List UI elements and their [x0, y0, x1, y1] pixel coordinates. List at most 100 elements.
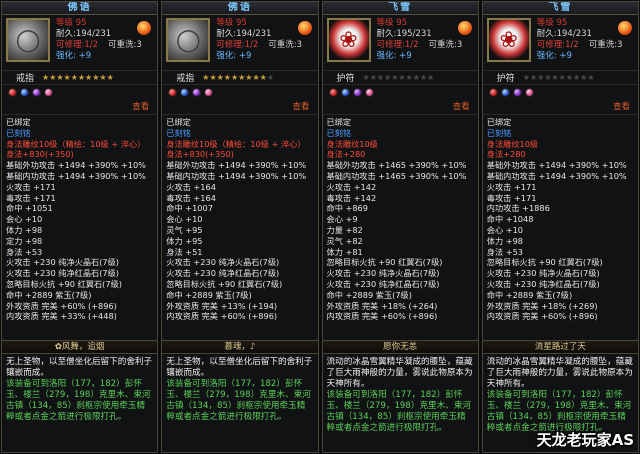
gem-socket-icon: [20, 88, 29, 97]
item-durability: 耐久:194/231: [216, 29, 272, 39]
flame-icon: [297, 21, 312, 35]
engraved-status: 已刻铭: [166, 127, 191, 138]
star-rating: ★★★★★★★★★★: [202, 73, 274, 82]
star-rating: ★★★★★★★★★★: [42, 73, 114, 82]
attribute-line: 内功攻击 +1886: [486, 203, 550, 214]
attribute-line: 毒攻击 +171: [486, 192, 537, 203]
description-punch-info: 该装备可到洛阳（177，182）彭怀玉、楼兰（279，198）克里木、束河古镇（…: [326, 390, 472, 433]
attribute-line: 定力 +98: [6, 235, 43, 246]
attribute-line: 力量 +82: [326, 224, 363, 235]
item-durability: 耐久:195/231: [376, 29, 432, 39]
attribute-list: 已绑定 已刻铭 身法雕纹10级 身法+280 基础外功攻击 +1465 +390% …: [323, 115, 478, 340]
item-type: 戒指: [176, 74, 195, 84]
bound-status: 已绑定: [486, 117, 512, 127]
item-name: 佛语: [2, 2, 158, 15]
ring-icon: ◯: [6, 18, 50, 62]
attribute-line: 外攻资质 完美 +18% (+269): [486, 300, 598, 311]
gem-socket-icon: [204, 88, 214, 97]
amulet-icon: ❀: [326, 18, 371, 62]
item-name: 飞雪: [482, 2, 638, 15]
item-type-bar: 戒指 ★★★★★★★★★★: [2, 71, 158, 85]
attribute-line: 内攻资质 完美 +60% (+896): [326, 311, 438, 322]
attribute-line: 命中 +2889 紫玉(7级): [486, 289, 573, 300]
attribute-list: 已绑定 已刻铭 身法雕纹10级 身法+280 基础外功攻击 +1494 +390% …: [483, 115, 638, 340]
gem-socket-icon: [168, 88, 178, 97]
attribute-line: 命中 +1051: [6, 203, 53, 214]
attribute-line: 火攻击 +230 纯净红晶石(7级): [486, 278, 600, 289]
item-name: 佛语: [162, 2, 318, 15]
view-button[interactable]: 查看: [292, 100, 309, 112]
engraved-status: 已刻铭: [6, 127, 31, 138]
attribute-line: 毒攻击 +164: [166, 192, 216, 203]
bound-status: 已绑定: [166, 117, 191, 127]
attribute-line: 会心 +10: [166, 214, 203, 225]
attribute-line: 基础内功攻击 +1494 +390% +10%: [6, 170, 146, 181]
description-intro: 流动的冰晶雪翼精华凝成的腰坠，蕴藏了巨大雨神般的力量，雾说此物原本为天神所有。: [486, 357, 633, 389]
watermark: 天龙老玩家AS: [536, 431, 634, 449]
attribute-line: 火攻击 +230 纯净红晶石(7级): [326, 278, 440, 289]
attribute-line: 体力 +98: [486, 235, 524, 246]
gem-socket-icon: [364, 88, 374, 97]
gem-sockets: 查看: [2, 85, 158, 115]
attribute-line: 基础内功攻击 +1494 +390% +10%: [166, 170, 307, 181]
view-button[interactable]: 查看: [613, 100, 630, 112]
item-reforge: 可重洗:3: [428, 40, 463, 50]
gem-socket-icon: [524, 88, 534, 97]
attribute-line: 内攻资质 完美 +60% (+896): [166, 311, 278, 322]
item-type-bar: 护符 ★★★★★★★★★★: [322, 71, 478, 85]
attribute-line: 外攻资质 完美 +13% (+194): [166, 300, 278, 311]
attribute-line: 体力 +81: [326, 246, 363, 257]
bound-status: 已绑定: [326, 117, 352, 127]
attribute-line: 命中 +1048: [486, 214, 534, 225]
attribute-line: 命中 +869: [326, 203, 368, 214]
attribute-line: 火攻击 +164: [166, 181, 216, 192]
item-durability: 耐久:194/231: [536, 29, 592, 39]
description-intro: 无上圣物，以至僧坐化后留下的舍利子镶嵌而成。: [166, 357, 313, 378]
attribute-line: 基础外功攻击 +1494 +390% +10%: [486, 160, 627, 171]
attribute-line: 命中 +1007: [166, 203, 213, 214]
attribute-line: 会心 +10: [486, 224, 524, 235]
attribute-line: 身法+830(+350): [6, 149, 74, 160]
attribute-line: 火攻击 +230 纯净红晶石(7级): [166, 268, 280, 279]
item-description: 无上圣物，以至僧坐化后留下的舍利子镶嵌而成。 该装备可到洛阳（177，182）彭…: [2, 354, 157, 452]
attribute-line: 外攻资质 完美 +60% (+896): [6, 300, 117, 311]
attribute-line: 灵气 +95: [166, 224, 203, 235]
attribute-line: 体力 +95: [166, 235, 203, 246]
attribute-line: 火攻击 +171: [6, 181, 56, 192]
gem-socket-icon: [500, 88, 510, 97]
attribute-line: 火攻击 +230 纯净火晶石(7级): [6, 257, 119, 268]
attribute-line: 身法 +53: [6, 246, 43, 257]
view-button[interactable]: 查看: [453, 100, 470, 112]
gem-socket-icon: [44, 88, 53, 97]
engraving-banner: 流星路过了天: [482, 340, 638, 354]
view-button[interactable]: 查看: [132, 100, 149, 112]
gem-sockets: 查看: [322, 85, 478, 115]
attribute-line: 身法+280: [486, 149, 526, 160]
item-repair: 可修理:1/2: [376, 40, 419, 50]
attribute-line: 会心 +10: [6, 214, 43, 225]
flame-icon: [618, 21, 632, 35]
ring-icon: ◯: [166, 18, 211, 62]
attribute-line: 身法雕纹10级: [326, 138, 378, 149]
attribute-line: 身法+830(+350): [166, 149, 234, 160]
attribute-line: 体力 +98: [6, 224, 43, 235]
attribute-line: 身法雕纹10级: [486, 138, 539, 149]
attribute-line: 基础外功攻击 +1494 +390% +10%: [6, 160, 146, 171]
attribute-line: 忽略目标火抗 +90 红翼石(7级): [166, 278, 283, 289]
attribute-list: 已绑定 已刻铭 身法雕纹10级（精绘：10级 + 淬心） 身法+830(+350)…: [162, 115, 317, 340]
description-punch-info: 该装备可到洛阳（177，182）彭怀玉、楼兰（279，198）克里木、束河古镇（…: [166, 379, 311, 422]
description-intro: 无上圣物，以至僧坐化后留下的舍利子镶嵌而成。: [6, 357, 153, 378]
attribute-line: 身法雕纹10级（精绘：10级 + 淬心）: [166, 138, 306, 149]
item-type: 护符: [496, 74, 515, 84]
item-level: 等级 95: [536, 18, 568, 28]
item-enhance: 强化: +9: [376, 51, 412, 61]
attribute-list: 已绑定 已刻铭 身法雕纹10级（精绘：10级 + 淬心） 身法+830(+350)…: [2, 115, 157, 340]
item-header: ❀ 等级 95 耐久:194/231 可修理:1/2 可重洗:3 强化: +9: [482, 15, 638, 71]
item-tooltip-panel: 佛语 ◯ 等级 95 耐久:194/231 可修理:1/2 可重洗:3 强化: …: [1, 1, 159, 453]
gem-socket-icon: [488, 88, 498, 97]
gem-socket-icon: [180, 88, 190, 97]
gem-sockets: 查看: [482, 85, 638, 115]
engraved-status: 已刻铭: [486, 127, 512, 138]
attribute-line: 火攻击 +171: [486, 181, 537, 192]
star-rating: ★★★★★★★★★★: [522, 73, 595, 82]
